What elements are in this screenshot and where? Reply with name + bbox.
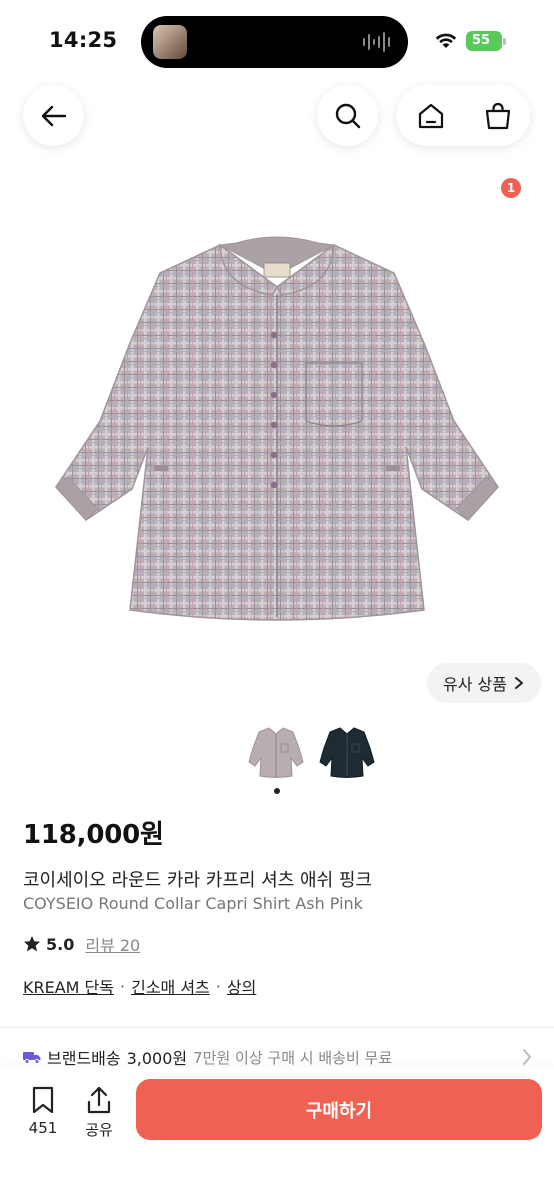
cart-count-badge: 1 [501,178,521,198]
color-option-ash-pink[interactable] [247,722,305,780]
product-name-korean: 코이세이오 라운드 카라 카프리 셔츠 애쉬 핑크 [23,870,372,891]
tag-separator: · [215,976,221,996]
audio-waveform-icon [363,32,390,52]
rating-row: 5.0 리뷰 20 [23,932,140,956]
status-bar: 14:25 55 [0,0,554,80]
category-tags: KREAM 단독 · 긴소매 셔츠 · 상의 [23,974,256,998]
shipping-label: 브랜드배송 [47,1049,121,1068]
tag-tops[interactable]: 상의 [227,974,256,998]
shipping-note: 7만원 이상 구매 시 배송비 무료 [193,1048,393,1067]
arrow-left-icon [41,105,66,126]
shopping-bag-icon [485,102,511,129]
chevron-right-icon [523,1049,531,1065]
cart-button[interactable] [471,85,525,146]
product-image[interactable] [40,225,514,630]
review-link[interactable]: 리뷰 20 [85,932,140,956]
rating-value: 5.0 [46,934,75,954]
bookmark-icon [32,1086,54,1114]
dynamic-island[interactable] [141,16,408,68]
product-name-english: COYSEIO Round Collar Capri Shirt Ash Pin… [23,894,363,913]
buy-button[interactable]: 구매하기 [136,1079,542,1140]
share-button[interactable]: 공유 [75,1085,123,1140]
product-price: 118,000원 [23,820,164,850]
search-icon [335,103,360,128]
home-cart-group: 1 [396,85,530,198]
color-option-navy[interactable] [318,722,376,780]
tag-separator: · [120,976,126,996]
battery-level: 55 [471,33,491,48]
similar-products-button[interactable]: 유사 상품 [427,663,541,703]
image-page-indicator [274,788,280,794]
similar-products-label: 유사 상품 [443,675,507,694]
tag-kream-exclusive[interactable]: KREAM 단독 [23,974,114,998]
shipping-info-row[interactable]: 브랜드배송 3,000원 7만원 이상 구매 시 배송비 무료 [23,1046,533,1068]
buy-button-label: 구매하기 [305,1100,373,1122]
bookmark-button[interactable]: 451 [19,1085,67,1137]
delivery-truck-icon [23,1052,41,1064]
now-playing-artwork [153,25,187,59]
chevron-right-icon [514,677,523,689]
battery-cap [503,38,506,45]
status-time: 14:25 [49,28,118,52]
home-icon [418,103,444,128]
wifi-icon [435,33,457,48]
battery-indicator: 55 [466,31,506,51]
star-icon [24,936,40,952]
back-button[interactable] [23,85,84,146]
section-divider [0,1027,554,1028]
home-button[interactable] [404,85,458,146]
tag-long-sleeve-shirt[interactable]: 긴소매 셔츠 [131,974,210,998]
bookmark-count: 451 [28,1119,58,1137]
share-label: 공유 [85,1121,113,1139]
shipping-price: 3,000원 [126,1049,188,1068]
share-icon [87,1086,111,1114]
bottom-action-bar: 451 공유 구매하기 [0,1067,554,1200]
search-button[interactable] [317,85,378,146]
